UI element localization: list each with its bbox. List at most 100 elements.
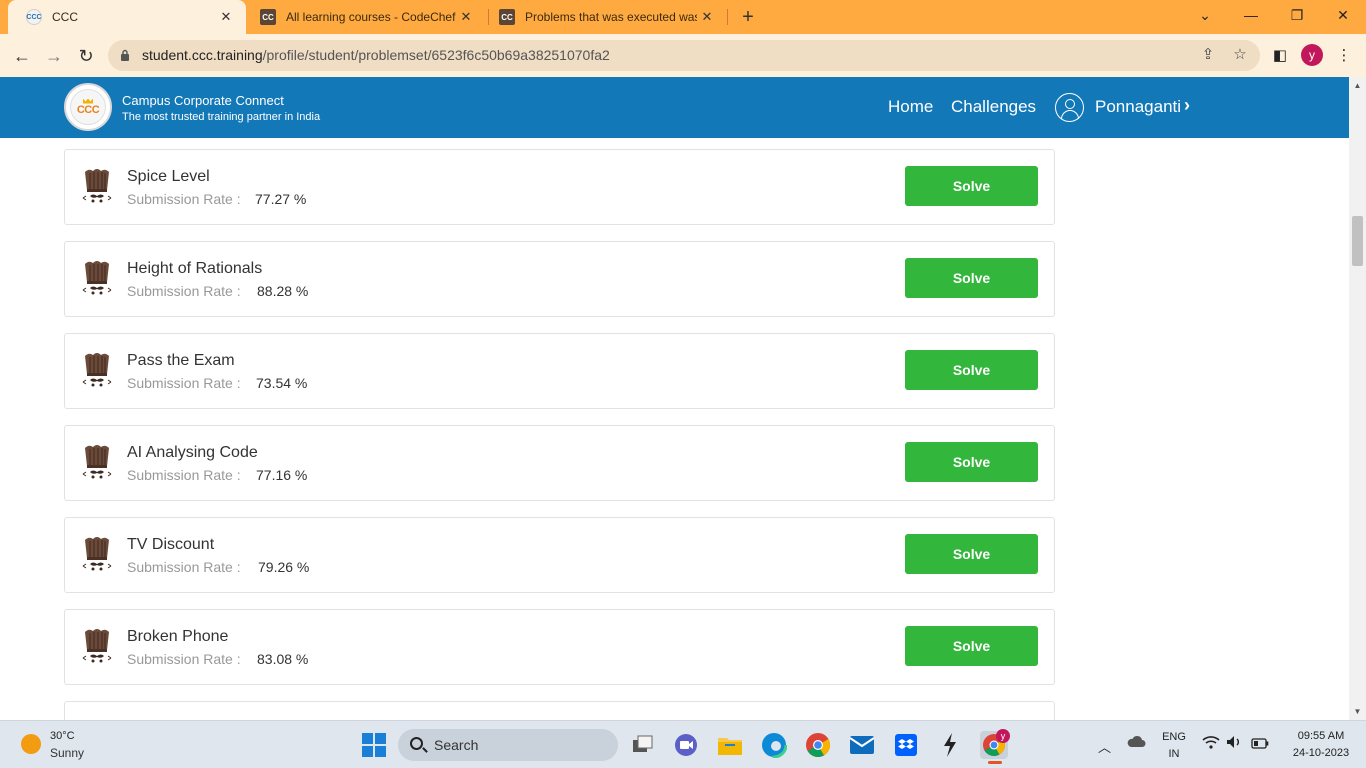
submission-rate-label: Submission Rate : [127,191,241,207]
solve-button[interactable]: Solve [905,350,1038,390]
problem-card: AI Analysing Code Submission Rate : 77.16 … [64,425,1055,501]
ccc-logo[interactable]: CCC [64,83,112,131]
share-icon[interactable]: ⇪ [1198,45,1218,65]
problem-name: Broken Phone [127,628,229,645]
scroll-thumb[interactable] [1352,216,1363,266]
problem-list: Spice Level Submission Rate : 77.27 % Solve… [64,149,1055,720]
tab-title: All learning courses - CodeChef [286,10,456,24]
site-header: CCC Campus Corporate Connect The most tr… [0,77,1349,138]
problem-name: AI Analysing Code [127,444,258,461]
reload-icon[interactable]: ↻ [72,42,100,70]
solve-button[interactable]: Solve [905,534,1038,574]
crown-icon [83,98,93,104]
tray-overflow-chevron-icon[interactable]: ︿ [1098,737,1111,756]
submission-rate-label: Submission Rate : [127,559,241,575]
weather-condition[interactable]: Sunny [50,746,84,760]
back-arrow-icon[interactable]: ← [8,42,36,70]
wifi-icon[interactable] [1202,735,1220,752]
weather-temperature[interactable]: 30°C [50,730,75,742]
codechef-favicon-icon: CC [499,9,515,25]
problem-name: Height of Rationals [127,260,263,277]
search-placeholder: Search [434,737,479,753]
tab-separator [727,9,728,25]
chrome-active-icon[interactable]: y [980,729,1010,764]
chef-hat-icon [81,168,113,206]
task-view-icon[interactable] [629,731,657,759]
profile-avatar[interactable]: y [1301,44,1323,66]
solve-button[interactable]: Solve [905,626,1038,666]
solve-button[interactable]: Solve [905,258,1038,298]
brand-name: Campus Corporate Connect [122,93,284,108]
battery-icon[interactable] [1251,737,1269,752]
restore-button[interactable]: ❐ [1274,0,1320,30]
tab-codechef-courses[interactable]: CC All learning courses - CodeChef ✕ [250,0,486,34]
problem-card: Broken Phone Submission Rate : 83.08 % Solv… [64,609,1055,685]
solve-button[interactable]: Solve [905,166,1038,206]
tab-search-chevron-icon[interactable]: ⌄ [1182,0,1228,30]
menu-kebab-icon[interactable]: ⋮ [1332,44,1356,68]
submission-rate-value: 77.27 % [255,191,307,207]
page-scrollbar[interactable]: ▲ ▼ [1349,77,1366,720]
user-name[interactable]: Ponnaganti [1095,97,1181,117]
region-indicator[interactable]: IN [1160,748,1188,760]
nav-challenges-link[interactable]: Challenges [951,97,1036,117]
tab-close-icon[interactable]: ✕ [456,9,476,25]
problem-name: Spice Level [127,168,210,185]
scroll-up-icon[interactable]: ▲ [1353,81,1362,90]
tab-close-icon[interactable]: ✕ [216,9,236,25]
lightning-app-icon[interactable] [936,731,964,759]
nav-home-link[interactable]: Home [888,97,933,117]
tab-close-icon[interactable]: ✕ [697,9,717,25]
active-app-indicator [988,761,1002,764]
teams-meet-icon[interactable] [672,731,700,759]
tab-ccc[interactable]: CCC CCC ✕ [8,0,246,34]
submission-rate-value: 77.16 % [256,467,308,483]
brand-tagline: The most trusted training partner in Ind… [122,111,321,123]
taskbar-search[interactable]: Search [398,729,618,761]
new-tab-button[interactable]: + [737,4,759,30]
browser-tab-strip: CCC CCC ✕ CC All learning courses - Code… [0,0,1366,34]
edge-browser-icon[interactable] [760,731,788,759]
clock-time[interactable]: 09:55 AM [1282,730,1360,742]
windows-taskbar: 30°C Sunny Search y ︿ ENG IN 09:55 AM 24… [0,720,1366,768]
language-indicator[interactable]: ENG [1160,731,1188,743]
dropbox-icon[interactable] [892,731,920,759]
scroll-down-icon[interactable]: ▼ [1353,707,1362,716]
problem-name: TV Discount [127,536,215,553]
forward-arrow-icon[interactable]: → [40,42,68,70]
lock-icon[interactable] [120,49,130,61]
url-text: student.ccc.training/profile/student/pro… [142,47,610,63]
chrome-icon[interactable] [804,731,832,759]
submission-rate-label: Submission Rate : [127,375,241,391]
side-panel-icon[interactable]: ◧ [1268,44,1292,68]
close-window-button[interactable]: ✕ [1320,0,1366,30]
page-viewport: CCC Campus Corporate Connect The most tr… [0,77,1366,720]
bookmark-star-icon[interactable]: ☆ [1230,45,1250,65]
solve-button[interactable]: Solve [905,442,1038,482]
problem-card: TV Discount Submission Rate : 79.26 % Solve [64,517,1055,593]
submission-rate-value: 83.08 % [257,651,309,667]
tab-title: CCC [52,10,78,24]
ccc-favicon-icon: CCC [26,9,42,25]
minimize-button[interactable]: — [1228,0,1274,30]
chrome-profile-badge: y [996,729,1010,743]
chef-hat-icon [81,260,113,298]
address-bar[interactable]: student.ccc.training/profile/student/pro… [108,40,1260,71]
file-explorer-icon[interactable] [716,731,744,759]
user-icon[interactable] [1055,93,1084,122]
windows-start-icon[interactable] [360,731,388,759]
submission-rate-value: 88.28 % [257,283,309,299]
onedrive-cloud-icon[interactable] [1126,734,1146,751]
submission-rate-label: Submission Rate : [127,467,241,483]
chef-hat-icon [81,628,113,666]
chevron-right-icon[interactable]: › [1184,95,1190,116]
submission-rate-label: Submission Rate : [127,651,241,667]
problem-card: Spice Level Submission Rate : 77.27 % Solve [64,149,1055,225]
tab-title: Problems that was executed was [525,10,697,24]
clock-date[interactable]: 24-10-2023 [1282,747,1360,759]
tab-codechef-problems[interactable]: CC Problems that was executed was ✕ [489,0,727,34]
problem-card: Height of Rationals Submission Rate : 88.2… [64,241,1055,317]
mail-icon[interactable] [848,731,876,759]
volume-icon[interactable] [1226,735,1244,752]
sun-weather-icon[interactable] [21,734,41,754]
